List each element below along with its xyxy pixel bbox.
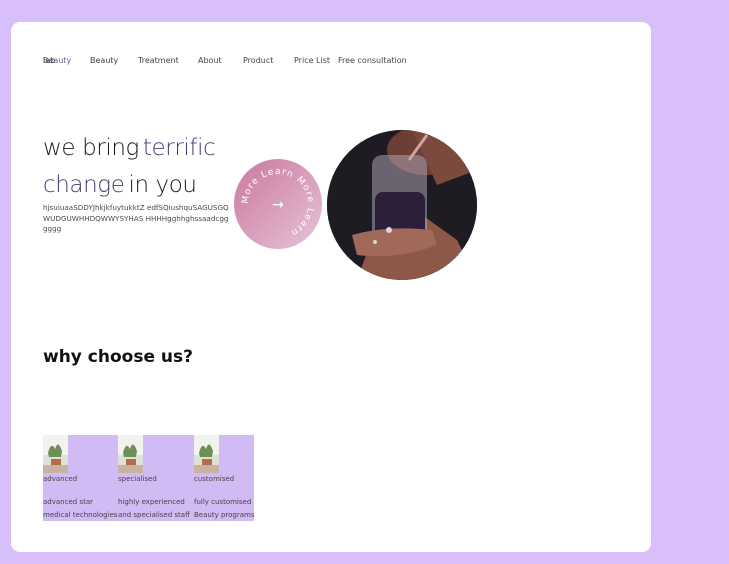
feature-thumbnail: [43, 435, 68, 473]
feature-thumbnail: [194, 435, 219, 473]
main-card: Beauty lab Beauty Treatment About Product…: [11, 22, 651, 552]
hero-heading-line-2: change in you: [43, 172, 197, 198]
feature-description: highly experienced and specialised staff: [118, 496, 194, 521]
hero-text: we bring: [43, 135, 139, 161]
hero-text: in you: [128, 172, 197, 198]
feature-thumbnail: [118, 435, 143, 473]
section-title: why choose us?: [43, 347, 193, 367]
feature-card-specialised: specialised highly experienced and speci…: [118, 435, 194, 521]
feature-label: specialised: [118, 475, 157, 483]
nav-item-about[interactable]: About: [198, 56, 222, 65]
nav-item-beauty[interactable]: Beauty: [90, 56, 118, 65]
feature-desc-line: fully customised: [194, 498, 252, 506]
feature-description: advanced star medical technologies: [43, 496, 119, 521]
feature-card-advanced: advanced advanced star medical technolog…: [43, 435, 119, 521]
feature-label: customised: [194, 475, 235, 483]
feature-label: advanced: [43, 475, 78, 483]
hero-subtext: hjsuiuaaSDDYJhkjkfuytukktZ edfSQiushquSA…: [43, 203, 229, 233]
brand-suffix: lab: [43, 56, 56, 65]
features-grid: advanced advanced star medical technolog…: [43, 435, 254, 521]
feature-desc-line: highly experienced: [118, 498, 185, 506]
hero-photo: [327, 130, 477, 280]
feature-description: fully customised Beauty programs: [194, 496, 270, 521]
nav-item-treatment[interactable]: Treatment: [138, 56, 179, 65]
arrow-right-icon: →: [272, 197, 284, 213]
nav-item-free-consultation[interactable]: Free consultation: [338, 56, 407, 65]
feature-desc-line: and specialised staff: [118, 510, 190, 519]
nav-item-price-list[interactable]: Price List: [294, 56, 330, 65]
nav-item-product[interactable]: Product: [243, 56, 273, 65]
hero-highlight: change: [43, 172, 125, 198]
feature-desc-line: Beauty programs: [194, 510, 255, 519]
hero-highlight: terrific: [142, 135, 216, 161]
feature-card-customised: customised fully customised Beauty progr…: [194, 435, 270, 521]
hero-heading-line-1: we bring terrific: [43, 135, 216, 161]
feature-desc-line: medical technologies: [43, 510, 118, 519]
learn-more-badge[interactable]: More Learn More Learn →: [234, 159, 322, 249]
feature-desc-line: advanced star: [43, 498, 93, 506]
